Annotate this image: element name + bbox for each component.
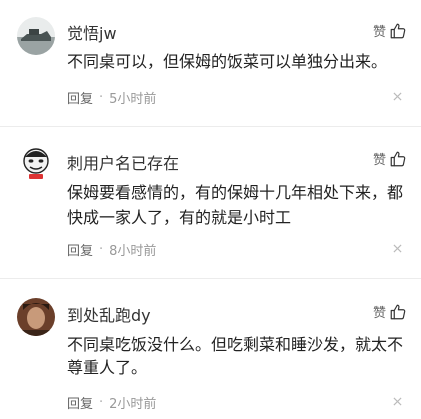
separator-dot: · (99, 242, 104, 257)
separator-dot: · (99, 395, 104, 410)
timestamp: 8小时前 (109, 244, 157, 259)
reply-button[interactable]: 回复 (67, 88, 93, 107)
comment-item: 觉悟jw 赞 不同桌可以，但保姆的饭菜可以单独分出来。 回复 · 5小时前 (0, 0, 421, 120)
close-icon[interactable] (393, 397, 402, 406)
divider (0, 278, 421, 279)
comment-meta: 回复 · 2小时前 (67, 393, 156, 412)
comment-meta: 回复 · 8小时前 (67, 240, 156, 259)
username[interactable]: 刺用户名已存在 (67, 150, 179, 174)
avatar[interactable] (17, 143, 55, 181)
reply-button[interactable]: 回复 (67, 240, 93, 259)
avatar[interactable] (17, 17, 55, 55)
username[interactable]: 觉悟jw (67, 20, 117, 44)
comment-meta: 回复 · 5小时前 (67, 88, 156, 107)
like-button[interactable]: 赞 (373, 21, 407, 40)
timestamp: 5小时前 (109, 92, 157, 107)
close-icon[interactable] (393, 92, 402, 101)
thumbs-up-icon (390, 23, 406, 38)
avatar[interactable] (17, 298, 55, 336)
comment-text: 不同桌吃饭没什么。但吃剩菜和睡沙发，就太不尊重人了。 (67, 335, 404, 377)
divider (0, 126, 421, 127)
reply-button[interactable]: 回复 (67, 393, 93, 412)
username[interactable]: 到处乱跑dy (67, 302, 151, 326)
like-label: 赞 (372, 153, 386, 168)
separator-dot: · (99, 90, 104, 105)
close-icon[interactable] (393, 244, 402, 253)
like-button[interactable]: 赞 (373, 149, 407, 168)
comment-text: 不同桌可以，但保姆的饭菜可以单独分出来。 (67, 52, 388, 71)
comment-text: 保姆要看感情的，有的保姆十几年相处下来，都快成一家人了，有的就是小时工 (67, 183, 404, 227)
like-label: 赞 (372, 25, 386, 40)
thumbs-up-icon (390, 151, 406, 166)
timestamp: 2小时前 (109, 397, 157, 412)
thumbs-up-icon (390, 304, 406, 319)
like-label: 赞 (372, 306, 386, 321)
like-button[interactable]: 赞 (373, 302, 407, 321)
